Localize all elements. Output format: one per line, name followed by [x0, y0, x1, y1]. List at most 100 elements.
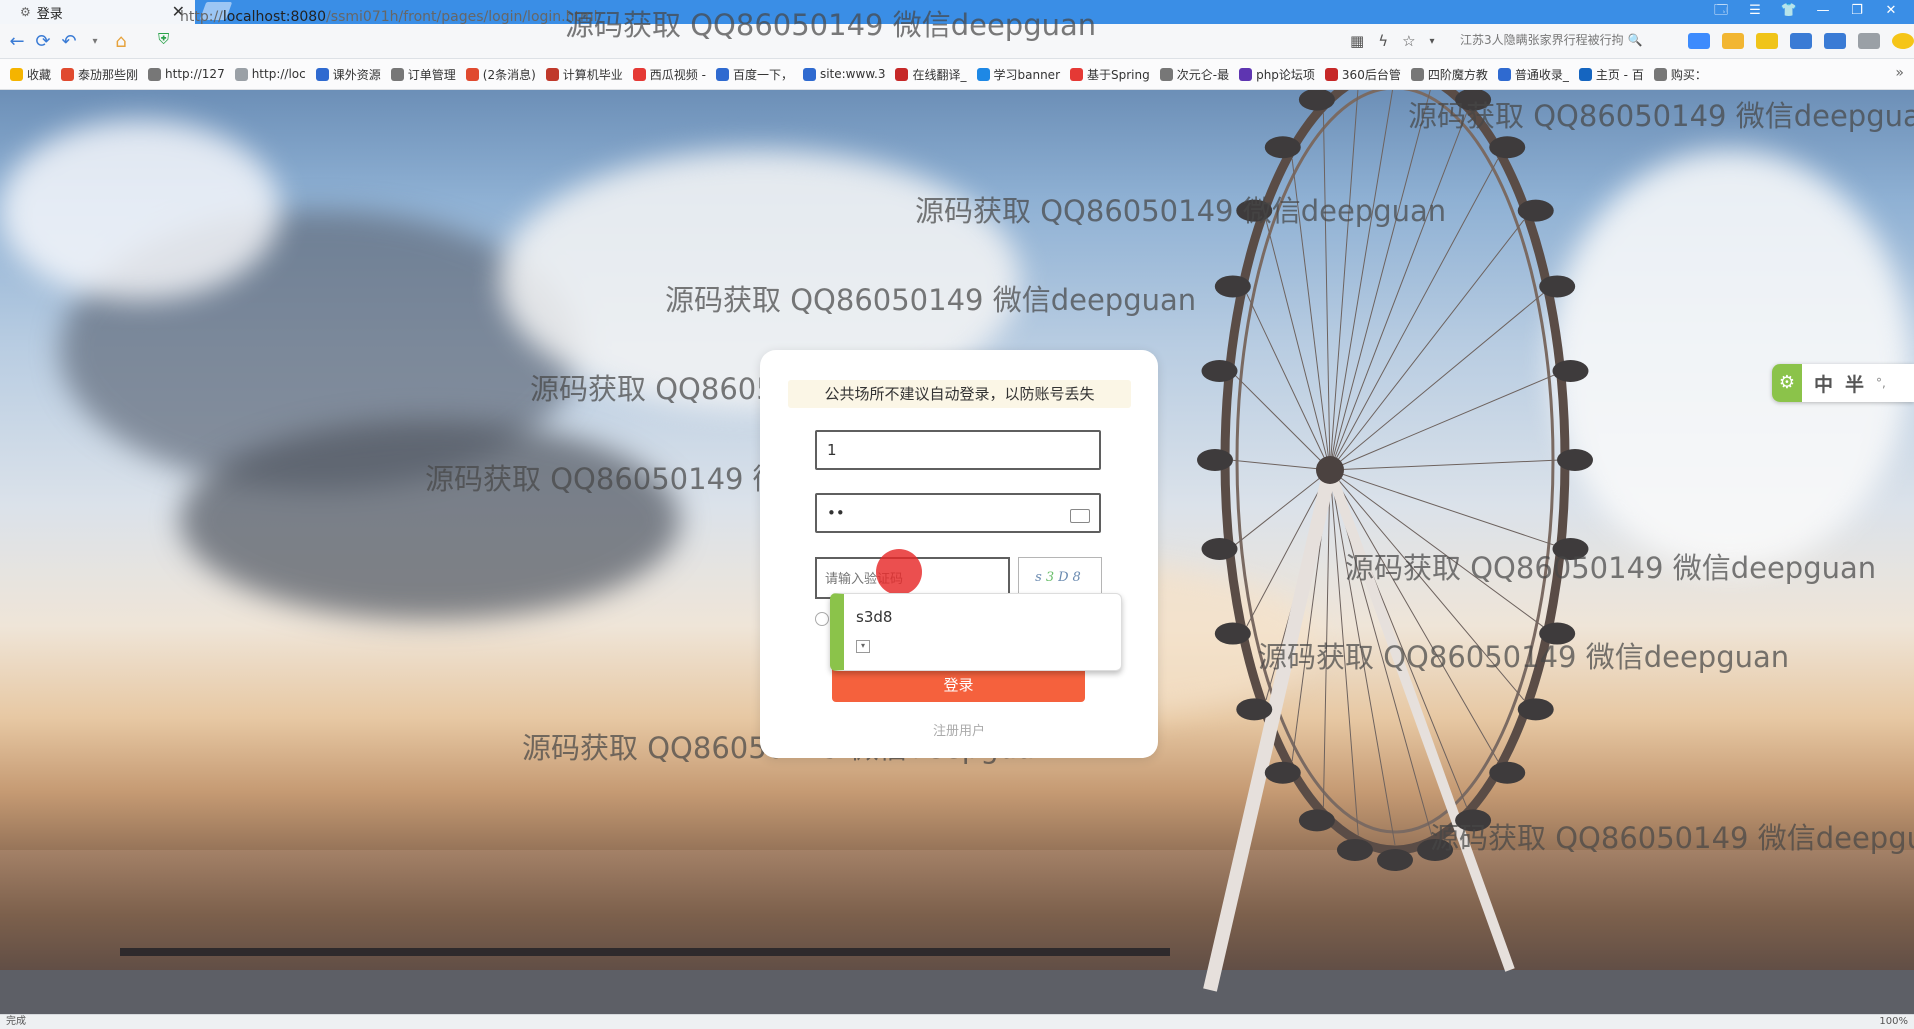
qr-icon[interactable]: ▦	[1350, 32, 1364, 50]
captcha-char: s	[1035, 570, 1046, 585]
bookmark-label: 学习banner	[993, 67, 1061, 82]
cloud	[0, 120, 280, 300]
wheel-capsule	[1552, 359, 1589, 382]
url-prefix: http://	[180, 9, 223, 25]
chevron-down-icon[interactable]: ▾	[856, 640, 870, 653]
bookmark-label: site:www.3	[819, 67, 886, 81]
search-text: 江苏3人隐瞒张家界行程被行拘	[1460, 33, 1624, 47]
bookmark-favicon-icon	[465, 67, 479, 81]
ime-mode-chinese[interactable]: 中	[1814, 370, 1833, 397]
bookmark-item[interactable]: 基于Spring	[1070, 66, 1150, 83]
bookmark-favicon-icon	[1159, 67, 1173, 81]
bookmark-item[interactable]: 课外资源	[315, 66, 381, 83]
wheel-capsule	[1264, 761, 1301, 784]
bookmark-label: 在线翻译_	[912, 67, 967, 82]
ime-toolbar: ⚙ 中 半 °,	[1772, 364, 1914, 402]
bookmark-favicon-icon	[545, 67, 559, 81]
home-icon[interactable]: ⌂	[108, 31, 134, 52]
bookmark-item[interactable]: site:www.3	[802, 67, 886, 81]
ime-punctuation[interactable]: °,	[1876, 376, 1886, 390]
bookmark-item[interactable]: 西瓜视频 -	[632, 66, 706, 83]
window-control-1[interactable]: 🗔	[1704, 0, 1738, 24]
bookmark-item[interactable]: http://loc	[234, 67, 306, 81]
wheel-capsule	[1489, 136, 1526, 159]
grid-icon[interactable]	[1858, 33, 1880, 49]
bookmarks-overflow-icon[interactable]: »	[1895, 65, 1904, 81]
bridge	[120, 948, 1170, 956]
undo-icon[interactable]: ↶	[56, 31, 82, 52]
search-box[interactable]: 江苏3人隐瞒张家界行程被行拘 🔍	[1460, 31, 1680, 48]
bookmark-item[interactable]: php论坛项	[1239, 66, 1315, 83]
bookmark-item[interactable]: 计算机毕业	[545, 66, 623, 83]
bookmark-label: 四阶魔方教	[1427, 67, 1488, 82]
bookmark-item[interactable]: 次元仑-最	[1159, 66, 1229, 83]
bookmark-label: 课外资源	[332, 67, 381, 82]
wheel-capsule	[1197, 449, 1233, 471]
wheel-capsule	[1236, 199, 1273, 222]
back-arrow-icon[interactable]: ←	[4, 31, 30, 52]
chevron-down-icon[interactable]: ▾	[1430, 36, 1435, 47]
gear-icon[interactable]: ⚙	[1772, 364, 1802, 402]
wheel-capsule	[1489, 761, 1526, 784]
bookmark-item[interactable]: 购买：	[1653, 66, 1707, 83]
star-icon[interactable]: ☆	[1402, 32, 1415, 50]
emoji-icon[interactable]	[1892, 33, 1914, 49]
cloud	[180, 420, 680, 620]
bookmark-favicon-icon	[1497, 67, 1511, 81]
autocomplete-suggestion[interactable]: s3d8	[856, 608, 892, 626]
bookmark-favicon-icon	[1578, 67, 1592, 81]
login-button[interactable]: 登录	[832, 666, 1085, 702]
url-path: /ssmi071h/front/pages/login/login.html	[326, 9, 598, 25]
folder-icon[interactable]	[1756, 33, 1778, 49]
address-bar[interactable]: http://localhost:8080/ssmi071h/front/pag…	[180, 5, 1330, 29]
bookmark-favicon-icon	[1653, 67, 1667, 81]
bookmark-label: (2条消息)	[482, 67, 536, 82]
dropdown-icon[interactable]: ▾	[82, 36, 108, 47]
zoom-level[interactable]: 100%	[1879, 1015, 1908, 1029]
bookmark-item[interactable]: http://127	[148, 67, 225, 81]
scissors-icon[interactable]	[1824, 33, 1846, 49]
keyboard-icon[interactable]	[1070, 509, 1090, 523]
wheel-capsule	[1517, 199, 1554, 222]
window-icon[interactable]	[1790, 33, 1812, 49]
bookmark-label: 收藏	[27, 67, 52, 82]
wheel-capsule	[1539, 622, 1576, 645]
bookmark-item[interactable]: 主页 - 百	[1578, 66, 1644, 83]
bookmark-label: 360后台管	[1341, 67, 1401, 82]
bookmark-item[interactable]: 普通收录_	[1497, 66, 1569, 83]
remember-me-radio[interactable]	[815, 612, 829, 626]
bookmark-item[interactable]: 订单管理	[390, 66, 456, 83]
bookmark-item[interactable]: 泰劢那些刚	[61, 66, 138, 83]
bookmark-item[interactable]: 360后台管	[1324, 66, 1401, 83]
ime-mode-halfwidth[interactable]: 半	[1845, 370, 1864, 397]
bookmark-item[interactable]: 在线翻译_	[895, 66, 967, 83]
bookmark-favicon-icon	[148, 67, 162, 81]
close-window-button[interactable]: ✕	[1874, 0, 1908, 24]
register-link[interactable]: 注册用户	[760, 720, 1158, 739]
wheel-capsule	[1539, 275, 1576, 298]
reload-icon[interactable]: ⟳	[30, 31, 56, 52]
bookmark-item[interactable]: (2条消息)	[465, 66, 536, 83]
bookmark-item[interactable]: 四阶魔方教	[1410, 66, 1488, 83]
window-control-3[interactable]: 👕	[1772, 0, 1806, 24]
star-icon	[10, 67, 23, 81]
minimize-button[interactable]: —	[1806, 0, 1840, 24]
bookmark-item[interactable]: 收藏	[10, 66, 51, 83]
username-input[interactable]	[815, 430, 1101, 470]
bookmark-label: http://loc	[251, 67, 306, 81]
bookmark-favicon-icon	[976, 67, 990, 81]
bookmark-favicon-icon	[234, 67, 248, 81]
password-input[interactable]	[815, 493, 1101, 533]
bookmark-label: 主页 - 百	[1595, 67, 1644, 82]
bookmark-item[interactable]: 百度一下，	[715, 66, 793, 83]
bookmark-label: php论坛项	[1256, 67, 1315, 82]
wheel-capsule	[1557, 449, 1593, 471]
maximize-button[interactable]: ❐	[1840, 0, 1874, 24]
extension-icon[interactable]	[1688, 33, 1710, 49]
bookmark-item[interactable]: 学习banner	[976, 66, 1061, 83]
window-control-2[interactable]: ☰	[1738, 0, 1772, 24]
browser-tab[interactable]: ⚙ 登录 ✕	[0, 0, 195, 24]
url-host: localhost:8080	[222, 9, 327, 25]
lightning-icon[interactable]: ϟ	[1378, 32, 1388, 50]
key-icon[interactable]	[1722, 33, 1744, 49]
